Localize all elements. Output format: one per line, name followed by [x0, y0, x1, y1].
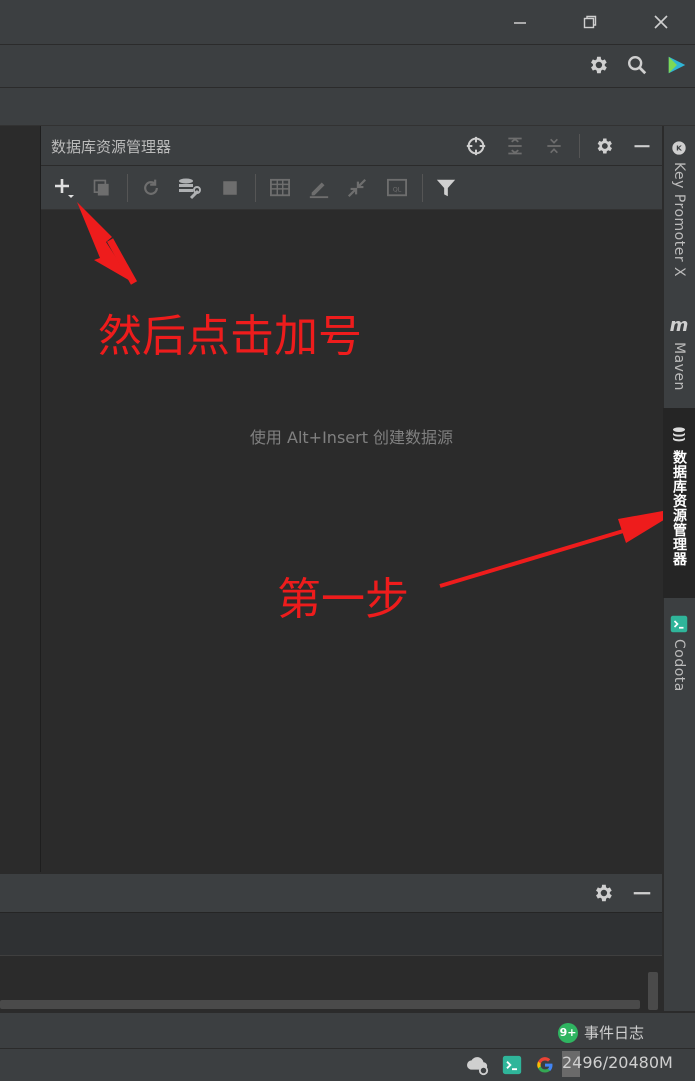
collapse-all-icon	[547, 138, 561, 154]
stripe-maven[interactable]: m Maven	[663, 316, 695, 402]
codota-icon	[670, 615, 688, 633]
stripe-label: Maven	[671, 342, 687, 391]
stop-button[interactable]	[218, 176, 242, 200]
bottom-settings-button[interactable]	[592, 882, 614, 904]
terminal-plugin-button[interactable]	[502, 1055, 522, 1075]
status-divider	[0, 1048, 695, 1049]
hide-panel-button[interactable]	[630, 134, 654, 158]
event-log-button[interactable]: 9+ 事件日志	[558, 1022, 644, 1043]
properties-icon	[179, 178, 201, 200]
minimize-icon	[634, 145, 650, 148]
maven-icon: m	[669, 315, 689, 336]
expand-all-button[interactable]	[503, 134, 527, 158]
stripe-key-promoter[interactable]: K Key Promoter X	[663, 140, 695, 300]
horizontal-scrollbar[interactable]	[0, 1000, 640, 1009]
database-panel-header: 数据库资源管理器	[41, 126, 662, 165]
minimize-icon	[633, 892, 651, 895]
key-promoter-icon: K	[672, 141, 686, 155]
restore-window-button[interactable]	[576, 8, 604, 36]
editor-area	[0, 126, 41, 872]
stripe-label: Key Promoter X	[671, 162, 687, 278]
settings-button[interactable]	[587, 54, 609, 76]
expand-all-icon	[508, 137, 522, 155]
table-editor-button[interactable]	[268, 176, 292, 200]
close-window-button[interactable]	[647, 8, 675, 36]
edit-source-button[interactable]	[307, 176, 331, 200]
navigation-bar	[0, 88, 695, 126]
jump-icon	[347, 178, 367, 198]
datasource-properties-button[interactable]	[177, 176, 201, 200]
cloud-settings-icon	[467, 1057, 489, 1076]
stripe-label: Codota	[671, 639, 687, 692]
open-console-button[interactable]: QL	[385, 176, 409, 200]
svg-text:QL: QL	[393, 187, 402, 194]
filter-button[interactable]	[434, 176, 458, 200]
restore-icon	[583, 15, 597, 29]
codota-plugin-button[interactable]	[666, 54, 688, 76]
gear-icon	[597, 138, 612, 154]
cloud-sync-button[interactable]	[466, 1054, 490, 1076]
search-icon	[628, 56, 647, 75]
codota-plugin-icon	[668, 56, 686, 74]
codota-icon	[502, 1055, 522, 1075]
panel-title: 数据库资源管理器	[51, 138, 172, 156]
search-button[interactable]	[626, 54, 648, 76]
panel-settings-button[interactable]	[592, 134, 616, 158]
gear-icon	[591, 56, 607, 74]
annotation-arrow-step	[439, 507, 685, 588]
toolbar-separator	[255, 174, 256, 202]
console-icon: QL	[387, 178, 407, 197]
empty-datasource-hint: 使用 Alt+Insert 创建数据源	[249, 428, 454, 447]
minimize-window-button[interactable]	[506, 8, 534, 36]
event-count-badge: 9+	[558, 1022, 578, 1043]
google-plugin-button[interactable]	[535, 1055, 555, 1075]
stop-icon	[223, 181, 237, 195]
toolbar-separator	[422, 174, 423, 202]
header-separator	[579, 134, 580, 158]
svg-text:K: K	[676, 144, 682, 153]
database-icon	[673, 427, 685, 442]
minimize-icon	[514, 22, 526, 24]
annotation-arrow-plus	[77, 202, 138, 285]
gear-icon	[596, 884, 612, 902]
crosshair-icon	[466, 136, 486, 156]
collapse-all-button[interactable]	[542, 134, 566, 158]
filter-icon	[436, 179, 456, 197]
memory-indicator[interactable]: 2496/20480M	[562, 1053, 673, 1072]
vertical-scrollbar[interactable]	[648, 972, 658, 1010]
bottom-panel-header	[0, 874, 662, 912]
jump-to-button[interactable]	[345, 176, 369, 200]
stripe-codota[interactable]: Codota	[663, 615, 695, 705]
event-log-label: 事件日志	[584, 1024, 645, 1042]
stripe-database-explorer[interactable]: 数据库资源管理器	[663, 408, 695, 598]
edit-icon	[309, 182, 329, 199]
bottom-panel-toolbar	[0, 912, 662, 955]
close-icon	[654, 15, 668, 29]
google-icon	[537, 1057, 553, 1073]
locate-button[interactable]	[464, 134, 488, 158]
table-icon	[270, 178, 290, 197]
bottom-hide-button[interactable]	[631, 882, 653, 904]
stripe-label: 数据库资源管理器	[671, 450, 687, 566]
annotation-step-one: 第一步	[277, 574, 409, 625]
annotation-click-plus: 然后点击加号	[98, 311, 362, 362]
